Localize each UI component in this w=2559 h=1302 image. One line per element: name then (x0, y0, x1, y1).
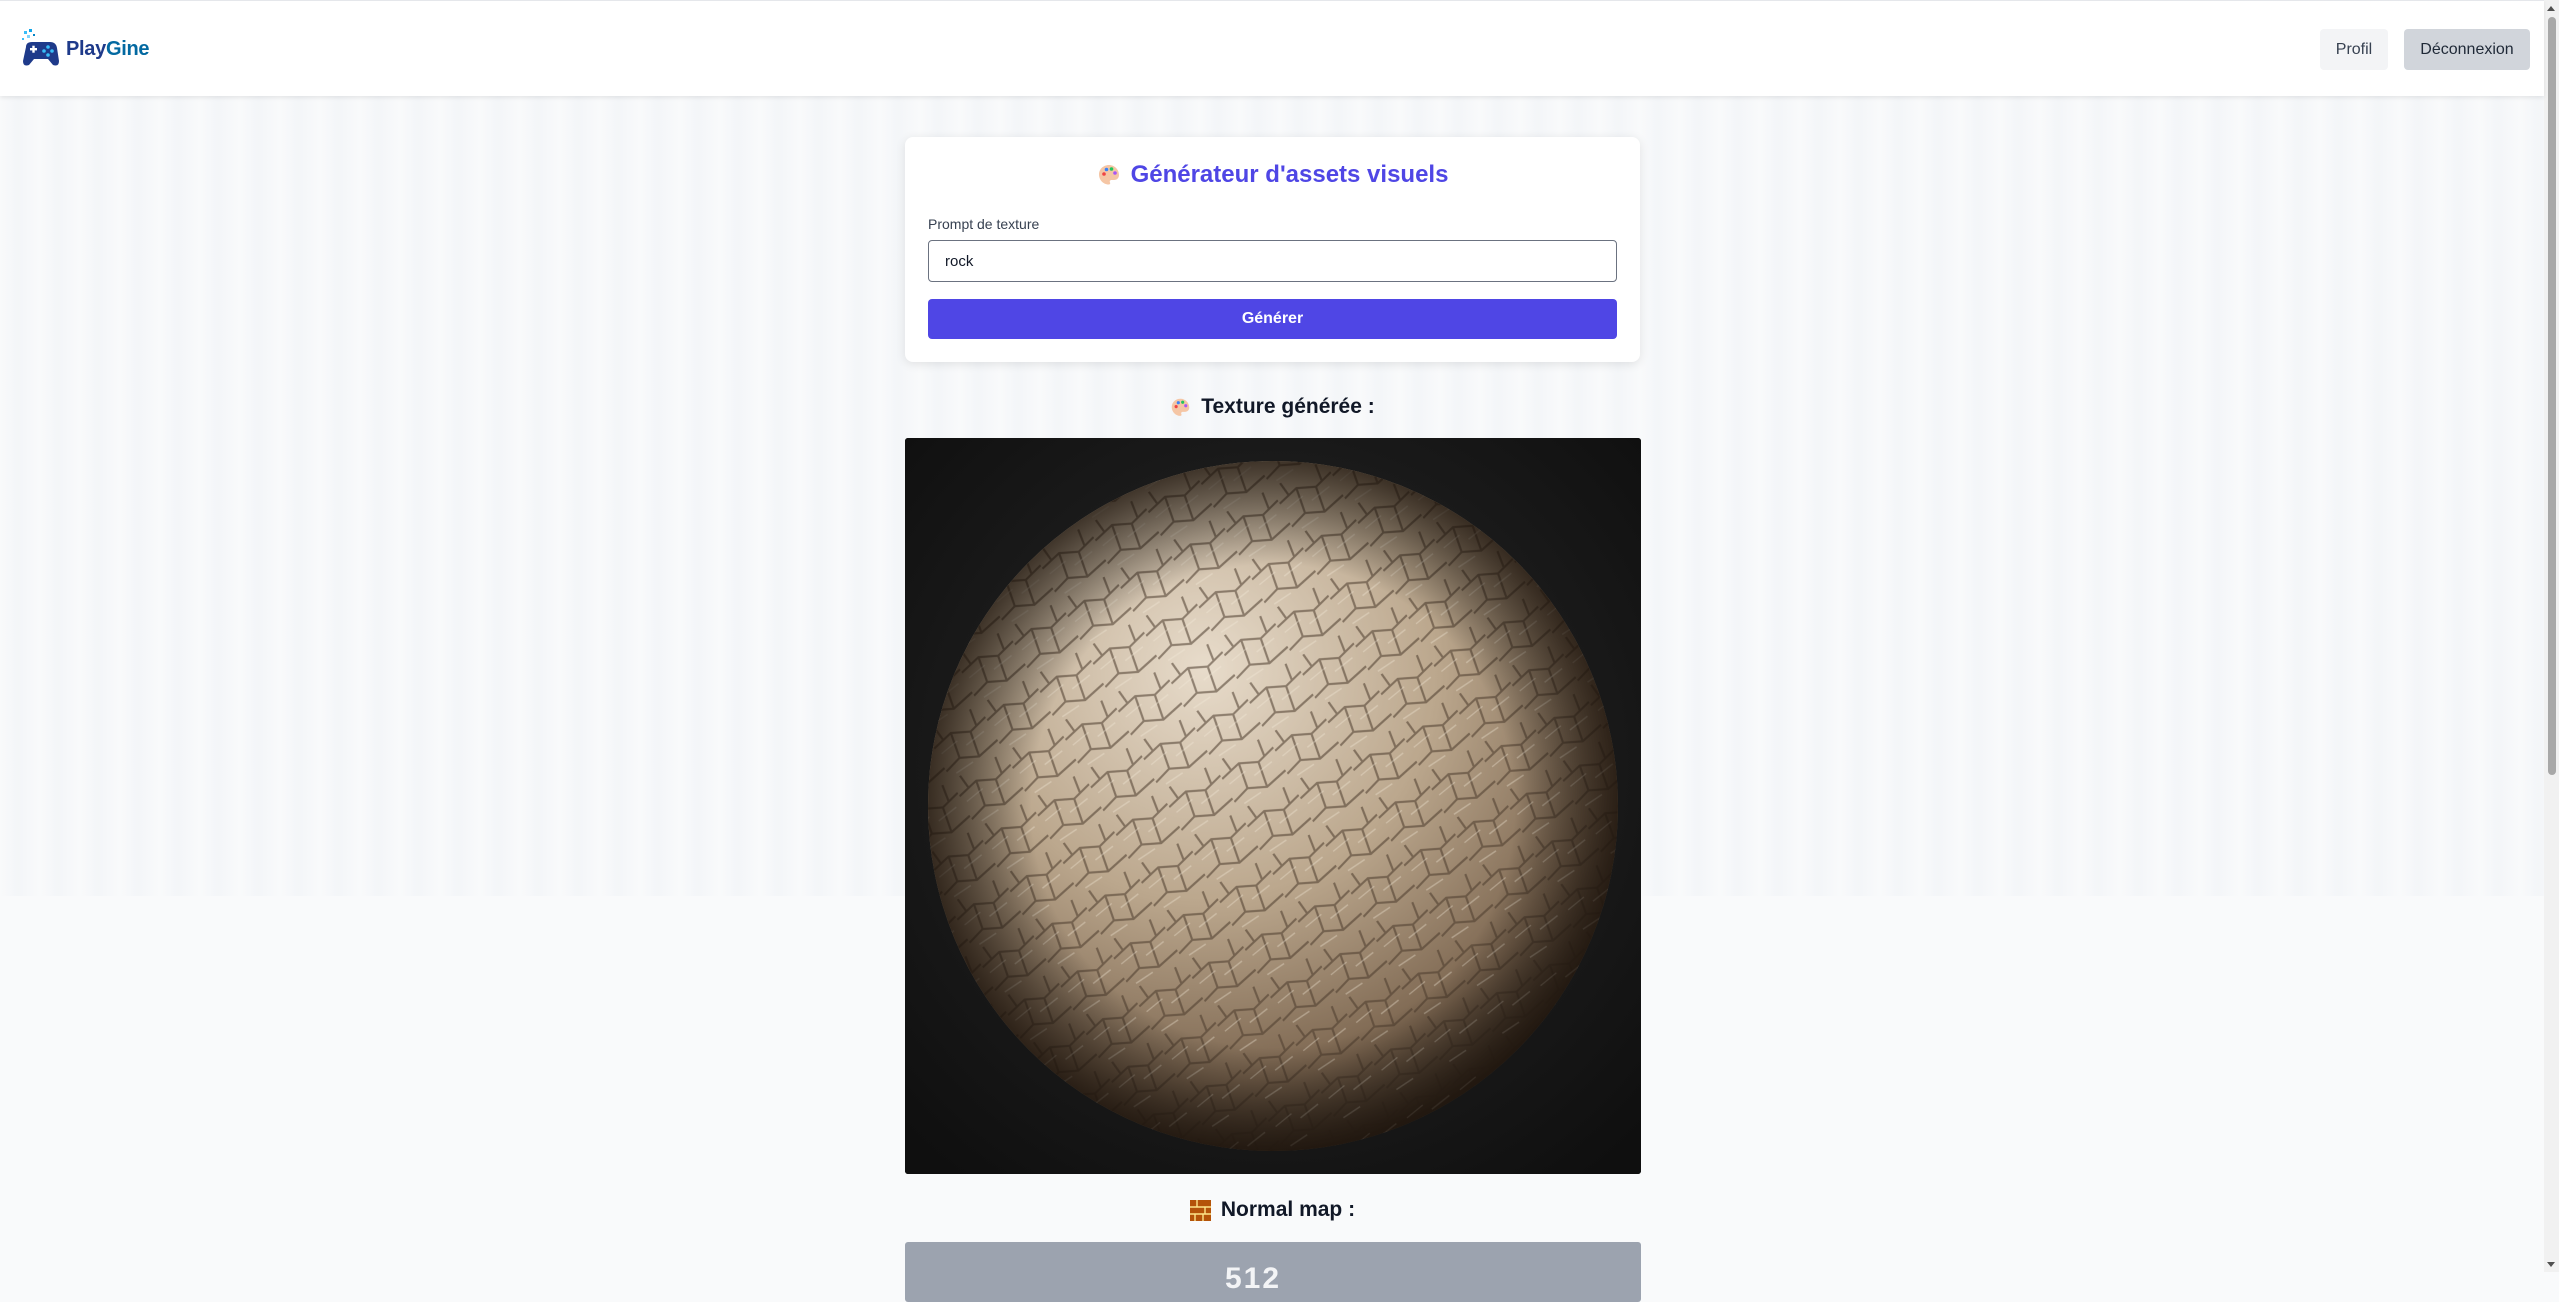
profile-button[interactable]: Profil (2320, 29, 2388, 70)
normal-map-heading-text: Normal map : (1220, 1198, 1356, 1221)
generator-title-text: Générateur d'assets visuels (1130, 161, 1449, 188)
scroll-down-arrow-icon[interactable] (2547, 1262, 2555, 1267)
palette-icon (1170, 397, 1191, 418)
bricks-icon (1189, 1199, 1211, 1221)
page-scrollbar[interactable] (2544, 0, 2559, 1272)
generate-button[interactable]: Générer (928, 299, 1617, 339)
scrollbar-thumb[interactable] (2548, 17, 2556, 775)
generator-card: Générateur d'assets visuels Prompt de te… (905, 137, 1640, 362)
normal-map-image: 512 (905, 1242, 1641, 1302)
brand-logo[interactable]: PlayGine (22, 29, 150, 69)
generated-texture-image (905, 438, 1641, 1174)
texture-heading-text: Texture générée : (1201, 395, 1375, 418)
texture-heading: Texture générée : (905, 395, 1640, 419)
texture-prompt-input[interactable] (928, 240, 1617, 282)
generator-title: Générateur d'assets visuels (905, 161, 1640, 189)
scroll-up-arrow-icon[interactable] (2547, 6, 2555, 11)
brand-name: PlayGine (66, 37, 150, 60)
normal-map-preview-text: 512 (1225, 1262, 1282, 1295)
logout-button[interactable]: Déconnexion (2404, 29, 2530, 70)
gamepad-logo-icon (22, 29, 60, 69)
top-navbar: PlayGine Profil Déconnexion (0, 0, 2544, 96)
normal-map-heading: Normal map : (905, 1198, 1640, 1222)
palette-icon (1097, 163, 1121, 187)
prompt-label: Prompt de texture (928, 216, 1040, 232)
